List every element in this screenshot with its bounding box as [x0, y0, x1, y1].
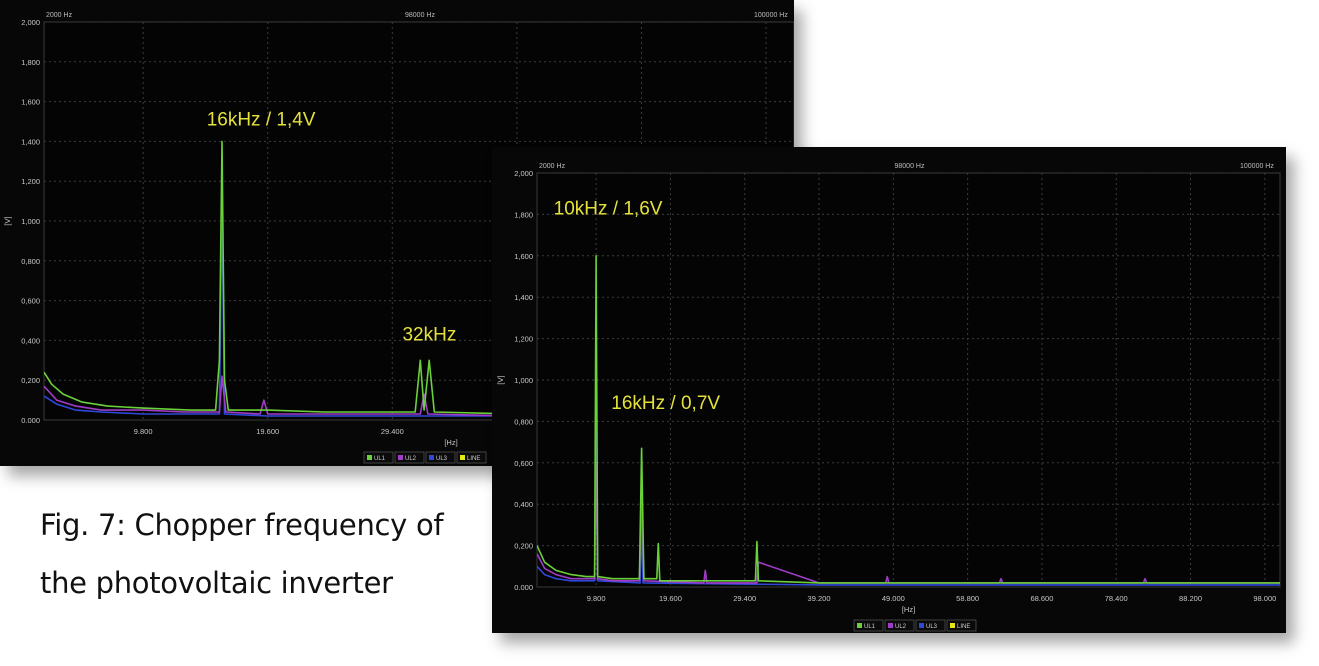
legend-swatch	[888, 623, 893, 628]
y-axis-label: [V]	[3, 216, 12, 225]
legend-label: UL2	[405, 456, 417, 462]
y-tick-label: 1,400	[21, 137, 40, 146]
x-tick-label: 58.800	[956, 594, 979, 603]
x-axis-label: [Hz]	[902, 605, 915, 614]
caption-line-2: the photovoltaic inverter	[40, 566, 393, 600]
peak-annotation: 32kHz	[402, 324, 456, 345]
x-tick-label: 39.200	[808, 594, 831, 603]
y-tick-label: 1,000	[514, 376, 533, 385]
y-tick-label: 1,200	[514, 335, 533, 344]
y-axis-label: [V]	[496, 375, 505, 384]
x-axis-label: [Hz]	[444, 438, 457, 447]
top-range-label: 2000 Hz	[46, 12, 73, 19]
y-tick-label: 0.000	[514, 583, 533, 592]
x-tick-label: 9.800	[587, 594, 606, 603]
y-tick-label: 0,400	[21, 336, 40, 345]
y-tick-label: 0,400	[514, 500, 533, 509]
legend-swatch	[950, 623, 955, 628]
legend-swatch	[857, 623, 862, 628]
x-tick-label: 19.600	[256, 427, 279, 436]
peak-annotation: 16kHz / 1,4V	[207, 109, 316, 130]
y-tick-label: 2,000	[514, 169, 533, 178]
y-tick-label: 0,600	[21, 297, 40, 306]
legend: UL1 UL2 UL3 LINE	[363, 451, 487, 464]
legend: UL1 UL2 UL3 LINE	[853, 619, 977, 632]
y-tick-label: 0,800	[21, 257, 40, 266]
caption-line-1: Fig. 7: Chopper frequency of	[40, 508, 444, 542]
y-tick-label: 1,600	[21, 98, 40, 107]
x-tick-label: 49.000	[882, 594, 905, 603]
x-tick-label: 29.400	[733, 594, 756, 603]
y-tick-label: 1,600	[514, 252, 533, 261]
top-range-label: 98000 Hz	[895, 163, 925, 170]
legend-label: UL2	[895, 624, 907, 630]
legend-swatch	[367, 455, 372, 460]
x-tick-label: 9.800	[134, 427, 153, 436]
y-tick-label: 1,800	[514, 210, 533, 219]
y-tick-label: 0,600	[514, 459, 533, 468]
legend-label: LINE	[957, 624, 970, 630]
x-tick-label: 78.400	[1105, 594, 1128, 603]
peak-annotation: 16kHz / 0,7V	[611, 393, 720, 414]
legend-label: UL3	[436, 456, 448, 462]
x-tick-label: 68.600	[1030, 594, 1053, 603]
y-tick-label: 0,200	[514, 542, 533, 551]
x-tick-label: 88.200	[1179, 594, 1202, 603]
legend-label: UL1	[374, 456, 386, 462]
legend-swatch	[919, 623, 924, 628]
y-tick-label: 0.000	[21, 416, 40, 425]
legend-label: UL3	[926, 624, 938, 630]
y-tick-label: 1,800	[21, 58, 40, 67]
legend-swatch	[398, 455, 403, 460]
figure-caption: Fig. 7: Chopper frequency of the photovo…	[40, 496, 470, 612]
peak-annotation: 10kHz / 1,6V	[554, 198, 663, 219]
x-tick-label: 98.000	[1253, 594, 1276, 603]
legend-label: UL1	[864, 624, 876, 630]
y-tick-label: 1,000	[21, 217, 40, 226]
y-tick-label: 2,000	[21, 18, 40, 27]
top-range-label: 100000 Hz	[1240, 163, 1274, 170]
y-tick-label: 0,200	[21, 376, 40, 385]
legend-swatch	[429, 455, 434, 460]
y-tick-label: 1,200	[21, 177, 40, 186]
spectrum-chart-10khz: 2000 Hz 98000 Hz 100000 Hz 0.000 0,200 0,400 0…	[496, 163, 1281, 632]
legend-swatch	[460, 455, 465, 460]
x-tick-label: 19.600	[659, 594, 682, 603]
legend-label: LINE	[467, 456, 480, 462]
top-range-label: 98000 Hz	[405, 12, 435, 19]
top-range-label: 100000 Hz	[754, 12, 788, 19]
x-tick-label: 29.400	[381, 427, 404, 436]
y-tick-label: 1,400	[514, 293, 533, 302]
top-range-label: 2000 Hz	[539, 163, 566, 170]
y-tick-label: 0,800	[514, 417, 533, 426]
spectrum-panel-10khz: 2000 Hz 98000 Hz 100000 Hz 0.000 0,200 0,400 0…	[492, 147, 1286, 633]
